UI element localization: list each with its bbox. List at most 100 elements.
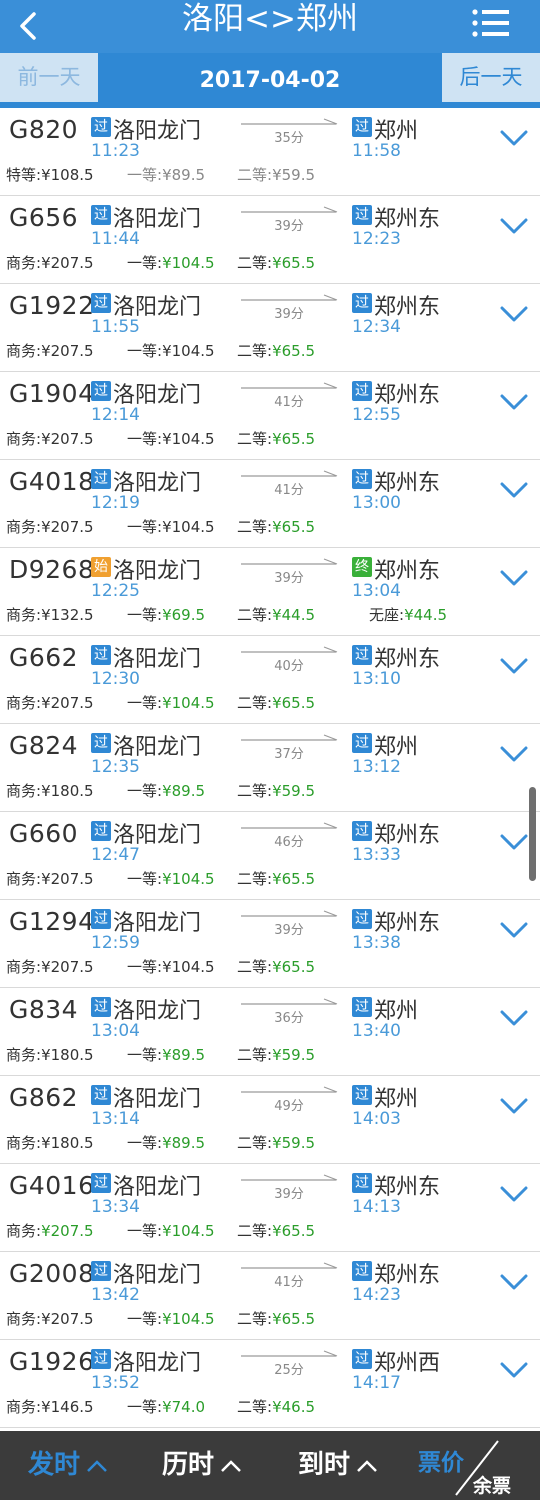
chevron-down-icon[interactable] <box>499 480 529 500</box>
scrollbar[interactable] <box>529 787 536 881</box>
price-class-2: 一等:¥89.5 <box>127 164 205 185</box>
arrival-time: 13:33 <box>352 845 401 865</box>
current-date[interactable]: 2017-04-02 <box>98 53 442 108</box>
travel-duration: 49分 <box>274 1099 304 1114</box>
train-row[interactable]: G4016 过 洛阳龙门 13:34 39分 过 郑州东 14:13 商务:¥2… <box>0 1164 540 1252</box>
departure-time: 12:35 <box>91 757 140 777</box>
sort-duration-button[interactable]: 历时 <box>162 1431 242 1500</box>
prev-day-button[interactable]: 前一天 <box>0 53 98 102</box>
arrival-time: 13:40 <box>352 1021 401 1041</box>
price-label: 商务: <box>6 1046 42 1064</box>
price-class-4: 无座:¥44.5 <box>369 604 447 625</box>
price-value: ¥207.5 <box>41 958 94 976</box>
train-row[interactable]: G660 过 洛阳龙门 12:47 46分 过 郑州东 13:33 商务:¥20… <box>0 812 540 900</box>
price-label: 商务: <box>6 870 42 888</box>
price-value: ¥207.5 <box>41 870 94 888</box>
sort-arrive-button[interactable]: 到时 <box>298 1431 378 1500</box>
price-value: ¥146.5 <box>41 1398 94 1416</box>
origin-stop-badge: 过 <box>91 293 111 313</box>
price-value: ¥104.5 <box>162 254 215 272</box>
price-class-3: 二等:¥65.5 <box>237 1308 315 1329</box>
origin-stop-badge: 过 <box>91 1085 111 1105</box>
origin-stop-badge: 过 <box>91 205 111 225</box>
chevron-down-icon[interactable] <box>499 1360 529 1380</box>
price-label: 商务: <box>6 1222 42 1240</box>
chevron-down-icon[interactable] <box>499 656 529 676</box>
price-value: ¥104.5 <box>162 342 215 360</box>
departure-time: 12:30 <box>91 669 140 689</box>
price-label: 一等: <box>127 166 163 184</box>
travel-duration: 36分 <box>274 1011 304 1026</box>
train-row[interactable]: G656 过 洛阳龙门 11:44 39分 过 郑州东 12:23 商务:¥20… <box>0 196 540 284</box>
destination-stop-badge: 过 <box>352 117 372 137</box>
chevron-down-icon[interactable] <box>499 832 529 852</box>
price-label: 商务: <box>6 694 42 712</box>
price-value: ¥65.5 <box>272 254 316 272</box>
chevron-down-icon[interactable] <box>499 1008 529 1028</box>
price-class-1: 商务:¥207.5 <box>6 428 94 449</box>
chevron-down-icon[interactable] <box>499 304 529 324</box>
train-number: G820 <box>9 115 79 144</box>
chevron-down-icon[interactable] <box>499 920 529 940</box>
chevron-down-icon[interactable] <box>499 1096 529 1116</box>
chevron-down-icon[interactable] <box>499 1184 529 1204</box>
price-value: ¥104.5 <box>162 1222 215 1240</box>
train-row[interactable]: G862 过 洛阳龙门 13:14 49分 过 郑州 14:03 商务:¥180… <box>0 1076 540 1164</box>
train-row[interactable]: G1922 过 洛阳龙门 11:55 39分 过 郑州东 12:34 商务:¥2… <box>0 284 540 372</box>
chevron-down-icon[interactable] <box>499 128 529 148</box>
train-row[interactable]: G1294 过 洛阳龙门 12:59 39分 过 郑州东 13:38 商务:¥2… <box>0 900 540 988</box>
chevron-down-icon[interactable] <box>499 568 529 588</box>
arrival-time: 14:03 <box>352 1109 401 1129</box>
train-number: G1926 <box>9 1347 95 1376</box>
chevron-down-icon[interactable] <box>499 744 529 764</box>
price-class-3: 二等:¥59.5 <box>237 164 315 185</box>
price-label: 一等: <box>127 342 163 360</box>
price-label: 二等: <box>237 958 273 976</box>
train-row[interactable]: G834 过 洛阳龙门 13:04 36分 过 郑州 13:40 商务:¥180… <box>0 988 540 1076</box>
train-row[interactable]: G4018 过 洛阳龙门 12:19 41分 过 郑州东 13:00 商务:¥2… <box>0 460 540 548</box>
chevron-down-icon[interactable] <box>499 392 529 412</box>
departure-time: 13:04 <box>91 1021 140 1041</box>
price-class-3: 二等:¥65.5 <box>237 516 315 537</box>
price-label: 商务: <box>6 1310 42 1328</box>
origin-stop-badge: 过 <box>91 1173 111 1193</box>
chevron-down-icon[interactable] <box>499 216 529 236</box>
price-label: 二等: <box>237 606 273 624</box>
price-label: 商务: <box>6 782 42 800</box>
menu-list-icon[interactable] <box>472 8 510 38</box>
train-row[interactable]: G1926 过 洛阳龙门 13:52 25分 过 郑州西 14:17 商务:¥1… <box>0 1340 540 1428</box>
destination-stop-badge: 终 <box>352 557 372 577</box>
price-class-2: 一等:¥104.5 <box>127 692 215 713</box>
arrival-time: 12:55 <box>352 405 401 425</box>
train-row[interactable]: G662 过 洛阳龙门 12:30 40分 过 郑州东 13:10 商务:¥20… <box>0 636 540 724</box>
price-value: ¥89.5 <box>162 166 206 184</box>
price-class-2: 一等:¥104.5 <box>127 1220 215 1241</box>
train-row[interactable]: D9268 始 洛阳龙门 12:25 39分 终 郑州东 13:04 商务:¥1… <box>0 548 540 636</box>
price-label: 一等: <box>127 782 163 800</box>
price-label: 二等: <box>237 1310 273 1328</box>
price-value: ¥132.5 <box>41 606 94 624</box>
origin-stop-badge: 过 <box>91 997 111 1017</box>
price-class-2: 一等:¥89.5 <box>127 780 205 801</box>
chevron-down-icon[interactable] <box>499 1272 529 1292</box>
price-label: 一等: <box>127 254 163 272</box>
train-row[interactable]: G1904 过 洛阳龙门 12:14 41分 过 郑州东 12:55 商务:¥2… <box>0 372 540 460</box>
price-label: 一等: <box>127 1398 163 1416</box>
train-number: G834 <box>9 995 79 1024</box>
price-label: 二等: <box>237 518 273 536</box>
train-row[interactable]: G824 过 洛阳龙门 12:35 37分 过 郑州 13:12 商务:¥180… <box>0 724 540 812</box>
arrival-time: 14:13 <box>352 1197 401 1217</box>
price-label: 二等: <box>237 254 273 272</box>
sort-depart-button[interactable]: 发时 <box>28 1431 108 1500</box>
departure-time: 11:44 <box>91 229 140 249</box>
remaining-toggle-label[interactable]: 余票 <box>473 1471 511 1498</box>
price-value: ¥180.5 <box>41 1134 94 1152</box>
train-row[interactable]: G2008 过 洛阳龙门 13:42 41分 过 郑州东 14:23 商务:¥2… <box>0 1252 540 1340</box>
train-number: G4018 <box>9 467 95 496</box>
price-class-1: 商务:¥146.5 <box>6 1396 94 1417</box>
price-class-3: 二等:¥59.5 <box>237 1132 315 1153</box>
train-list: G820 过 洛阳龙门 11:23 35分 过 郑州 11:58 特等:¥108… <box>0 108 540 1428</box>
next-day-button[interactable]: 后一天 <box>442 53 540 102</box>
train-row[interactable]: G820 过 洛阳龙门 11:23 35分 过 郑州 11:58 特等:¥108… <box>0 108 540 196</box>
arrival-time: 13:10 <box>352 669 401 689</box>
